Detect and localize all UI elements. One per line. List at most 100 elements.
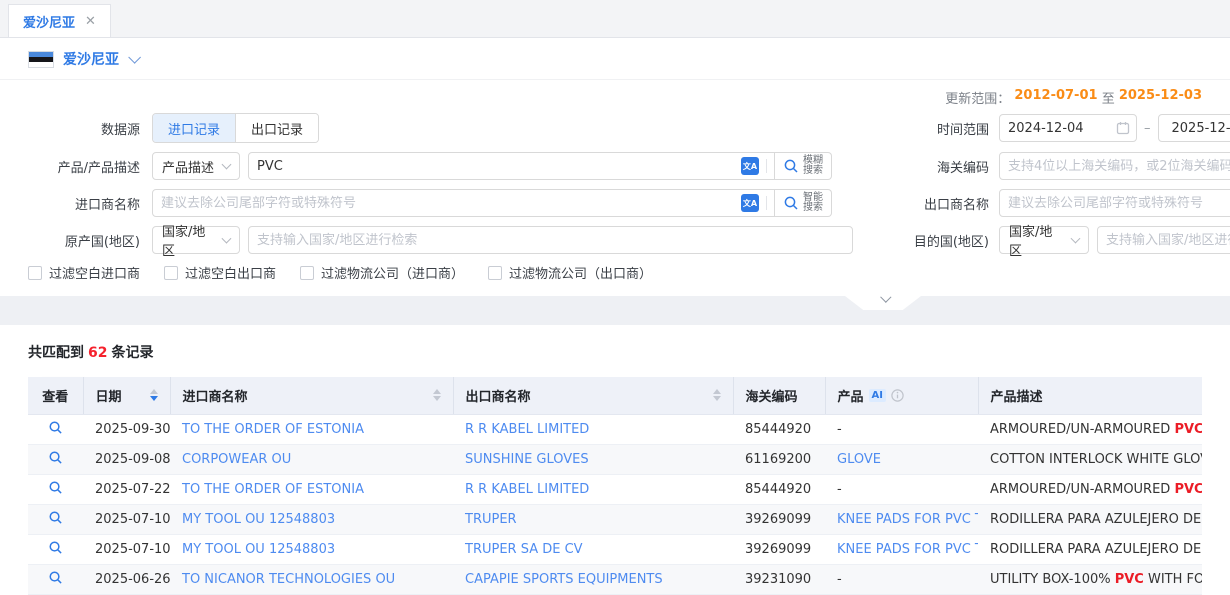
- column-header-view: 查看: [28, 377, 83, 414]
- cell-hs-code: 39269099: [733, 504, 825, 534]
- exporter-input[interactable]: [999, 189, 1230, 217]
- tab-estonia[interactable]: 爱沙尼亚 ✕: [8, 4, 111, 37]
- sort-control[interactable]: [713, 389, 721, 401]
- cell-exporter-link[interactable]: CAPAPIE SPORTS EQUIPMENTS: [453, 564, 733, 594]
- checkbox-icon[interactable]: [28, 266, 42, 280]
- checkbox-filter-blank-importer[interactable]: 过滤空白进口商: [28, 263, 140, 282]
- checkbox-filter-blank-exporter[interactable]: 过滤空白出口商: [164, 263, 276, 282]
- search-icon: [48, 540, 63, 555]
- results-summary: 共匹配到62条记录: [28, 342, 1202, 362]
- highlighted-keyword: PVC: [1174, 482, 1202, 497]
- hs-code-label: 海关编码: [901, 157, 989, 176]
- exporter-label: 出口商名称: [901, 194, 989, 213]
- cell-product-link[interactable]: GLOVE: [825, 444, 978, 474]
- cell-hs-code: 61169200: [733, 444, 825, 474]
- cell-product-link[interactable]: KNEE PADS FOR PVC T...: [825, 504, 978, 534]
- search-icon: [48, 480, 63, 495]
- datasource-import-button[interactable]: 进口记录: [153, 114, 235, 142]
- destination-type-select[interactable]: 国家/地区: [999, 226, 1089, 254]
- cell-exporter-link[interactable]: TRUPER SA DE CV: [453, 534, 733, 564]
- view-record-button[interactable]: [48, 420, 63, 435]
- smart-search-button[interactable]: 智能搜索: [775, 189, 832, 217]
- view-record-button[interactable]: [48, 570, 63, 585]
- table-header-row: 查看 日期 进口商名称 出口商名称 海关编码 产品AI 产品描述: [28, 377, 1202, 414]
- cell-exporter-link[interactable]: TRUPER: [453, 504, 733, 534]
- panel-gap: [0, 296, 1230, 325]
- smart-label-1: 智能: [803, 192, 823, 203]
- cell-importer-link[interactable]: TO NICANOR TECHNOLOGIES OU: [170, 564, 453, 594]
- checkbox-icon[interactable]: [164, 266, 178, 280]
- table-row: 2025-07-22 TO THE ORDER OF ESTONIA R R K…: [28, 474, 1202, 504]
- cell-description: RODILLERA PARA AZULEJERO DE PVC: [978, 534, 1202, 564]
- cell-date: 2025-07-10: [83, 504, 170, 534]
- translate-icon[interactable]: 文A: [741, 194, 759, 212]
- cell-exporter-link[interactable]: SUNSHINE GLOVES: [453, 444, 733, 474]
- checkbox-icon[interactable]: [300, 266, 314, 280]
- cell-importer-link[interactable]: TO THE ORDER OF ESTONIA: [170, 414, 453, 444]
- view-record-button[interactable]: [48, 540, 63, 555]
- column-header-date[interactable]: 日期: [83, 377, 170, 414]
- country-selector[interactable]: 爱沙尼亚: [0, 38, 1230, 79]
- translate-icon[interactable]: 文A: [741, 157, 759, 175]
- checkbox-filter-logistics-importer[interactable]: 过滤物流公司（进口商）: [300, 263, 464, 282]
- result-count: 62: [88, 345, 107, 361]
- results-panel: 共匹配到62条记录 查看 日期 进口商名称 出口商名称 海关编码 产品AI 产品…: [0, 325, 1230, 595]
- chevron-down-icon: [222, 234, 232, 244]
- origin-country-input[interactable]: [248, 226, 853, 254]
- cell-description: ARMOURED/UN-ARMOURED PVC I...: [978, 474, 1202, 504]
- fuzzy-label-1: 模糊: [803, 155, 823, 166]
- search-icon: [48, 450, 63, 465]
- cell-exporter-link[interactable]: R R KABEL LIMITED: [453, 474, 733, 504]
- info-icon[interactable]: [891, 389, 904, 402]
- product-type-select[interactable]: 产品描述: [152, 152, 240, 180]
- search-icon: [783, 158, 799, 174]
- close-icon[interactable]: ✕: [85, 14, 96, 29]
- fuzzy-search-button[interactable]: 模糊搜索: [775, 152, 832, 180]
- cell-importer-link[interactable]: CORPOWEAR OU: [170, 444, 453, 474]
- cell-exporter-link[interactable]: R R KABEL LIMITED: [453, 414, 733, 444]
- column-header-exporter[interactable]: 出口商名称: [453, 377, 733, 414]
- cell-product: -: [825, 474, 978, 504]
- results-table: 查看 日期 进口商名称 出口商名称 海关编码 产品AI 产品描述 2025-09…: [28, 377, 1202, 595]
- checkbox-icon[interactable]: [488, 266, 502, 280]
- view-record-button[interactable]: [48, 510, 63, 525]
- cell-product-link[interactable]: KNEE PADS FOR PVC T...: [825, 534, 978, 564]
- table-row: 2025-09-08 CORPOWEAR OU SUNSHINE GLOVES …: [28, 444, 1202, 474]
- sort-control[interactable]: [150, 389, 158, 401]
- product-search-input[interactable]: [248, 152, 775, 180]
- filter-checkboxes: 过滤空白进口商 过滤空白出口商 过滤物流公司（进口商） 过滤物流公司（出口商）: [28, 263, 1202, 282]
- column-header-description: 产品描述: [978, 377, 1202, 414]
- fuzzy-label-2: 搜索: [803, 165, 823, 176]
- column-header-product: 产品AI: [825, 377, 978, 414]
- table-row: 2025-09-30 TO THE ORDER OF ESTONIA R R K…: [28, 414, 1202, 444]
- table-row: 2025-07-10 MY TOOL OU 12548803 TRUPER SA…: [28, 534, 1202, 564]
- summary-prefix: 共匹配到: [28, 345, 84, 361]
- date-separator: –: [1144, 121, 1151, 136]
- divider: [766, 159, 767, 173]
- destination-country-input[interactable]: [1097, 226, 1230, 254]
- update-range-end: 2025-12-03: [1119, 88, 1202, 107]
- cell-importer-link[interactable]: TO THE ORDER OF ESTONIA: [170, 474, 453, 504]
- datasource-toggle: 进口记录 出口记录: [152, 113, 319, 143]
- filter-form: 更新范围： 2012-07-01 至 2025-12-03 数据源 进口记录 出…: [0, 80, 1202, 282]
- date-end-input[interactable]: [1158, 114, 1230, 142]
- column-header-importer[interactable]: 进口商名称: [170, 377, 453, 414]
- calendar-icon: [1116, 121, 1130, 135]
- sort-control[interactable]: [433, 389, 441, 401]
- origin-type-select[interactable]: 国家/地区: [152, 226, 240, 254]
- country-name: 爱沙尼亚: [63, 49, 119, 69]
- cell-importer-link[interactable]: MY TOOL OU 12548803: [170, 504, 453, 534]
- cell-hs-code: 39269099: [733, 534, 825, 564]
- hs-code-input[interactable]: [999, 152, 1230, 180]
- table-row: 2025-06-26 TO NICANOR TECHNOLOGIES OU CA…: [28, 564, 1202, 594]
- divider: [766, 196, 767, 210]
- cell-importer-link[interactable]: MY TOOL OU 12548803: [170, 534, 453, 564]
- datasource-export-button[interactable]: 出口记录: [235, 114, 318, 142]
- datasource-label: 数据源: [28, 119, 140, 138]
- checkbox-filter-logistics-exporter[interactable]: 过滤物流公司（出口商）: [488, 263, 652, 282]
- importer-input[interactable]: [152, 189, 775, 217]
- view-record-button[interactable]: [48, 450, 63, 465]
- cell-hs-code: 85444920: [733, 414, 825, 444]
- view-record-button[interactable]: [48, 480, 63, 495]
- search-icon: [48, 570, 63, 585]
